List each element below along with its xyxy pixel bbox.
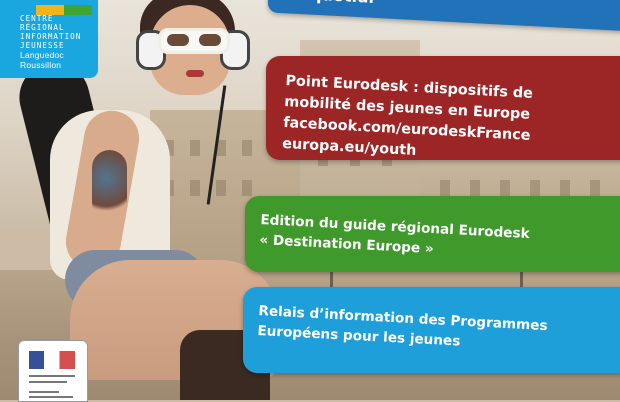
headphone-cable	[206, 85, 227, 205]
logo-square-green	[64, 5, 92, 15]
top-card-text: quotidi	[310, 0, 375, 7]
logo-line-regional: RÉGIONAL	[20, 23, 65, 32]
logo-square-yellow	[36, 5, 64, 15]
logo-line-roussillon: Roussillon	[20, 60, 62, 70]
guide-card-text: Edition du guide régional Eurodesk « Des…	[259, 210, 530, 264]
logo-line-jeunesse: JEUNESSE	[20, 41, 65, 50]
tattoo	[92, 150, 127, 220]
relais-card-text: Relais d’information des Programmes Euro…	[257, 301, 548, 356]
lips	[186, 70, 204, 77]
logo-color-squares	[36, 0, 94, 15]
logo-line-languedoc: Languedoc	[20, 50, 64, 60]
guide-card: Edition du guide régional Eurodesk « Des…	[245, 196, 620, 272]
logo-line-centre: CENTRE	[20, 14, 54, 23]
french-republic-seal	[18, 340, 88, 402]
eurodesk-card-text: Point Eurodesk : dispositifs de mobilité…	[282, 71, 534, 168]
eurodesk-card: Point Eurodesk : dispositifs de mobilité…	[266, 56, 620, 160]
crij-logo: CENTRE RÉGIONAL INFORMATION JEUNESSE Lan…	[0, 0, 98, 78]
logo-line-information: INFORMATION	[20, 32, 82, 41]
sunglasses	[158, 28, 230, 54]
relais-card: Relais d’information des Programmes Euro…	[243, 287, 620, 373]
marianne-flag-icon	[29, 351, 75, 369]
